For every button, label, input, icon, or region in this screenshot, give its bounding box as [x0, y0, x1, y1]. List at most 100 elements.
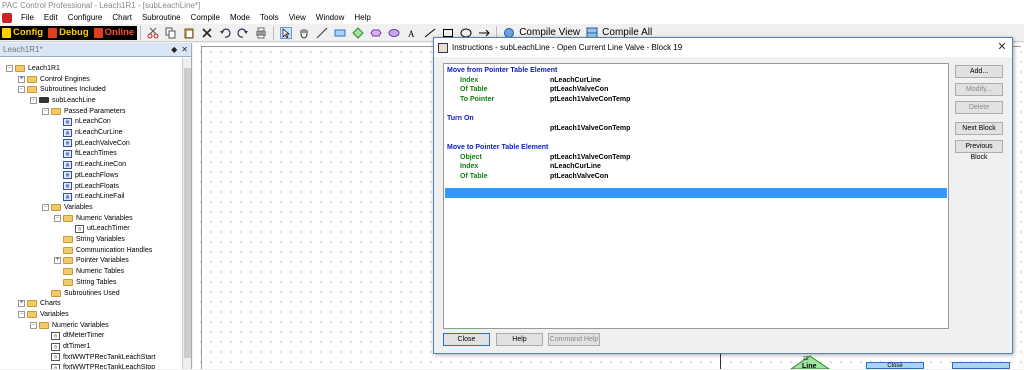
- tree-item-label: ptLeachFlows: [75, 171, 119, 179]
- connect-line-icon[interactable]: [316, 27, 328, 39]
- tree-item[interactable]: ▦ nLeachCon: [54, 117, 111, 128]
- selected-empty-row[interactable]: [445, 188, 947, 198]
- menu-help[interactable]: Help: [349, 11, 375, 24]
- collapse-icon[interactable]: -: [18, 310, 25, 318]
- print-icon[interactable]: [255, 27, 267, 39]
- collapse-icon[interactable]: -: [6, 64, 13, 72]
- paste-icon[interactable]: [183, 27, 195, 39]
- cut-icon[interactable]: [147, 27, 159, 39]
- tree-item[interactable]: ▦ ptLeachValveCon: [54, 138, 130, 149]
- continue-block-icon[interactable]: [388, 27, 400, 39]
- dialog-close-icon[interactable]: ✕: [996, 41, 1008, 53]
- tree-item[interactable]: String Variables: [54, 234, 125, 245]
- pin-diamond-icon[interactable]: ◆: [171, 45, 177, 54]
- help-button[interactable]: Help: [496, 333, 543, 346]
- tree-item[interactable]: + Pointer Variables: [54, 256, 129, 267]
- collapse-icon[interactable]: -: [30, 321, 37, 329]
- menu-tools[interactable]: Tools: [255, 11, 284, 24]
- action-block[interactable]: Close: [866, 362, 924, 369]
- tree-item[interactable]: Numeric Tables: [54, 266, 124, 277]
- tree-item[interactable]: - subLeachLine: [30, 95, 96, 106]
- config-mode-button[interactable]: Config: [0, 25, 47, 40]
- modify-button[interactable]: Modify...: [955, 83, 1003, 96]
- tree-item[interactable]: - Passed Parameters: [42, 106, 125, 117]
- tree-item[interactable]: ▦ nLeachCurLine: [54, 127, 122, 138]
- variable-icon: ▦: [63, 192, 72, 201]
- collapse-icon[interactable]: -: [30, 96, 37, 104]
- close-icon[interactable]: ✕: [181, 45, 188, 54]
- hand-icon[interactable]: [298, 27, 310, 39]
- tree-item[interactable]: - Variables: [42, 202, 93, 213]
- undo-icon[interactable]: [219, 27, 231, 39]
- delete-icon[interactable]: [201, 27, 213, 39]
- menu-chart[interactable]: Chart: [107, 11, 137, 24]
- instruction-header[interactable]: Move to Pointer Table Element: [447, 143, 548, 152]
- menu-edit[interactable]: Edit: [39, 11, 63, 24]
- tree-item[interactable]: - Leach1R1: [6, 63, 60, 74]
- text-tool-icon[interactable]: A: [406, 27, 418, 39]
- tree-item[interactable]: Subroutines Used: [42, 288, 120, 299]
- menu-file[interactable]: File: [16, 11, 39, 24]
- instruction-argument-label: Of Table: [460, 172, 488, 180]
- variable-icon: ▦: [63, 182, 72, 191]
- tree-item[interactable]: - Subroutines Included: [18, 84, 106, 95]
- action-block-icon[interactable]: [334, 27, 346, 39]
- online-mode-button[interactable]: Online: [91, 25, 138, 40]
- instruction-argument-label: Index: [460, 163, 479, 170]
- collapse-icon[interactable]: -: [18, 86, 25, 94]
- tree-item[interactable]: ▦ ntLeachLineFail: [54, 191, 124, 202]
- tree-item[interactable]: ▦ ntLeachLineCon: [54, 159, 126, 170]
- instruction-header[interactable]: Turn On: [447, 114, 474, 123]
- redo-icon[interactable]: [237, 27, 249, 39]
- tree-item[interactable]: ▦ ptLeachFlows: [54, 170, 118, 181]
- collapse-icon[interactable]: -: [42, 203, 49, 211]
- tree-item[interactable]: ◷ dtTimer1: [42, 341, 90, 352]
- app-icon[interactable]: [2, 12, 12, 23]
- tree-item-label: ftxtWWTPRecTankLeachStop: [63, 364, 156, 369]
- expand-icon[interactable]: +: [54, 257, 61, 265]
- tree-item[interactable]: + Control Engines: [18, 74, 90, 85]
- tree-item[interactable]: ◷ dtMeterTimer: [42, 331, 104, 342]
- action-block[interactable]: [952, 362, 1010, 369]
- close-button[interactable]: Close: [443, 333, 490, 346]
- tree-item[interactable]: Communication Handles: [54, 245, 152, 256]
- tree-item[interactable]: ◷ utLeachTimer: [66, 224, 130, 235]
- copy-icon[interactable]: [165, 27, 177, 39]
- tree-scrollbar[interactable]: [182, 58, 191, 369]
- tree-item-label: String Variables: [76, 236, 125, 244]
- collapse-icon[interactable]: -: [54, 214, 61, 222]
- collapse-icon[interactable]: -: [42, 107, 49, 115]
- tree-item[interactable]: + Charts: [18, 298, 61, 309]
- script-block-icon[interactable]: [370, 27, 382, 39]
- tree-item[interactable]: ▦ ptLeachFloats: [54, 181, 119, 192]
- condition-block-icon[interactable]: [352, 26, 364, 39]
- menu-compile[interactable]: Compile: [186, 11, 225, 24]
- tree-item[interactable]: - Numeric Variables: [30, 320, 109, 331]
- tree-item-label: dtTimer1: [63, 343, 91, 351]
- tree-item[interactable]: ▦ ftLeachTimes: [54, 149, 117, 160]
- debug-mode-button[interactable]: Debug: [46, 25, 92, 40]
- next-block-button[interactable]: Next Block: [955, 122, 1003, 135]
- select-pointer-icon[interactable]: [280, 26, 293, 39]
- instruction-list[interactable]: Move from Pointer Table Element Index nLea…: [443, 63, 949, 329]
- add-button[interactable]: Add...: [955, 65, 1003, 78]
- expand-icon[interactable]: +: [18, 300, 25, 308]
- tree-item-label: ftLeachTimes: [75, 150, 117, 158]
- tree-item[interactable]: ◷ ftxtWWTPRecTankLeachStart: [42, 352, 156, 363]
- menu-configure[interactable]: Configure: [63, 11, 108, 24]
- window-title: PAC Control Professional - Leach1R1 - [s…: [0, 0, 1024, 11]
- menu-subroutine[interactable]: Subroutine: [137, 11, 186, 24]
- previous-block-button[interactable]: Previous Block: [955, 140, 1003, 161]
- menu-window[interactable]: Window: [311, 11, 349, 24]
- expand-icon[interactable]: +: [18, 75, 25, 83]
- menu-mode[interactable]: Mode: [225, 11, 255, 24]
- command-help-button[interactable]: Command Help: [548, 333, 600, 346]
- tree-item[interactable]: ◷ ftxtWWTPRecTankLeachStop: [42, 363, 155, 369]
- tree-scrollbar-thumb[interactable]: [184, 68, 191, 358]
- menu-view[interactable]: View: [284, 11, 311, 24]
- tree-item[interactable]: - Variables: [18, 309, 69, 320]
- delete-button[interactable]: Delete: [955, 101, 1003, 114]
- instruction-header[interactable]: Move from Pointer Table Element: [447, 66, 557, 75]
- tree-item[interactable]: - Numeric Variables: [54, 213, 133, 224]
- tree-item[interactable]: String Tables: [54, 277, 116, 288]
